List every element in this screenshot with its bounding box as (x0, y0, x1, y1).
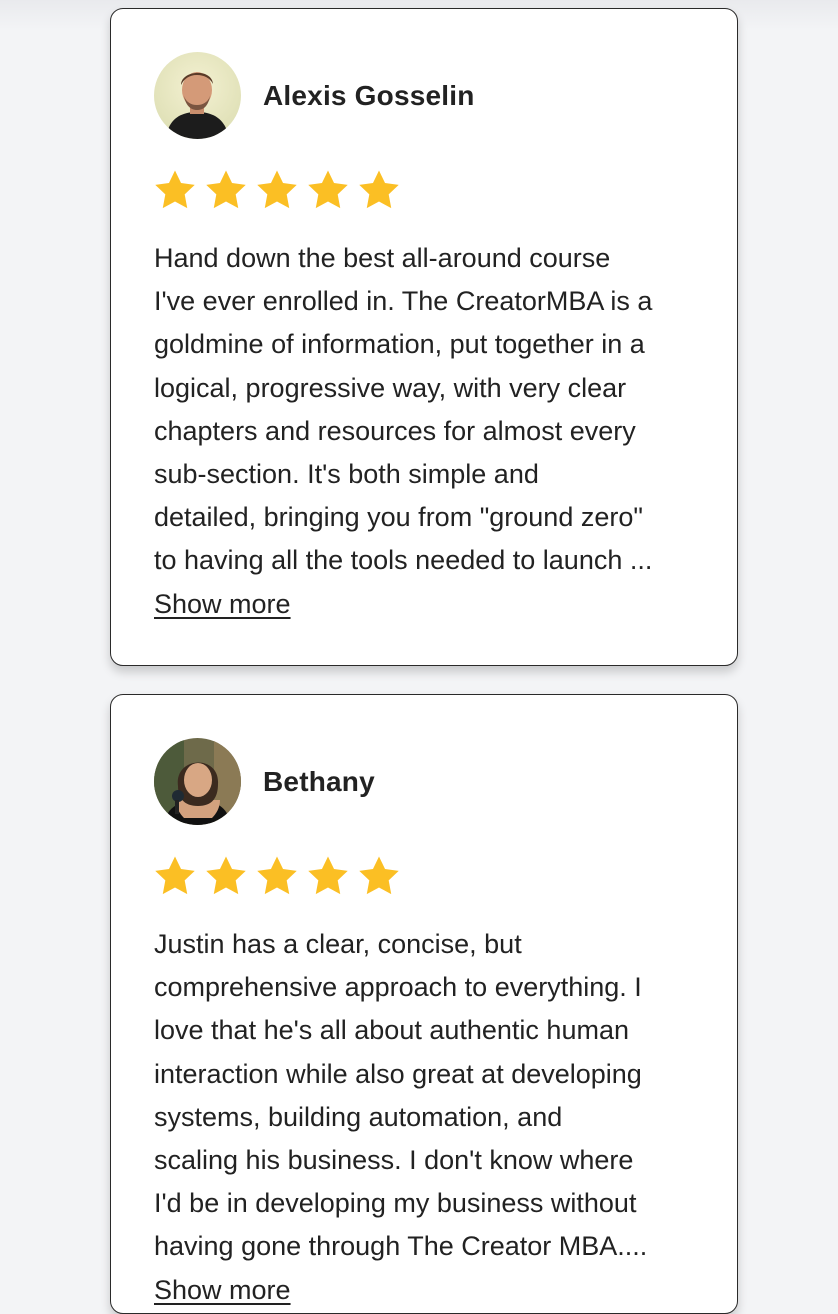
show-more-link[interactable]: Show more (154, 583, 710, 626)
reviewer-name: Alexis Gosselin (263, 79, 475, 111)
review-card: Bethany Justin has a clear, concise, but… (110, 694, 738, 1314)
star-icon (306, 855, 350, 897)
star-rating (153, 855, 401, 897)
review-line: having gone through The Creator MBA.... (154, 1231, 648, 1262)
review-card: Alexis Gosselin Hand down the best all-a… (110, 8, 738, 666)
review-text: Justin has a clear, concise, but compreh… (154, 923, 710, 1312)
review-line: Hand down the best all-around course (154, 243, 611, 273)
star-icon (204, 855, 248, 897)
star-icon (204, 169, 248, 211)
review-line: comprehensive approach to everything. I (154, 972, 642, 1003)
reviewer-name: Bethany (263, 765, 375, 797)
review-line: Justin has a clear, concise, but (154, 929, 522, 959)
review-line: goldmine of information, put together in… (154, 329, 645, 360)
avatar (154, 738, 241, 825)
star-icon (357, 855, 401, 897)
review-header: Alexis Gosselin (154, 52, 475, 139)
star-icon (153, 855, 197, 897)
review-text: Hand down the best all-around course I'v… (154, 237, 710, 626)
review-header: Bethany (154, 738, 375, 825)
review-line: I've ever enrolled in. The CreatorMBA is… (154, 286, 653, 317)
review-line: systems, building automation, and (154, 1101, 563, 1132)
review-line: I'd be in developing my business without (154, 1188, 637, 1219)
star-icon (306, 169, 350, 211)
star-icon (153, 169, 197, 211)
review-line: logical, progressive way, with very clea… (154, 372, 627, 403)
show-more-link[interactable]: Show more (154, 1269, 710, 1312)
avatar (154, 52, 241, 139)
star-rating (153, 169, 401, 211)
review-line: interaction while also great at developi… (154, 1058, 642, 1089)
review-line: to having all the tools needed to launch… (154, 545, 653, 576)
review-line: scaling his business. I don't know where (154, 1145, 634, 1176)
star-icon (357, 169, 401, 211)
review-line: detailed, bringing you from "ground zero… (154, 502, 643, 533)
review-line: chapters and resources for almost every (154, 415, 636, 446)
star-icon (255, 169, 299, 211)
review-line: love that he's all about authentic human (154, 1015, 629, 1046)
review-line: sub-section. It's both simple and (154, 459, 539, 490)
star-icon (255, 855, 299, 897)
